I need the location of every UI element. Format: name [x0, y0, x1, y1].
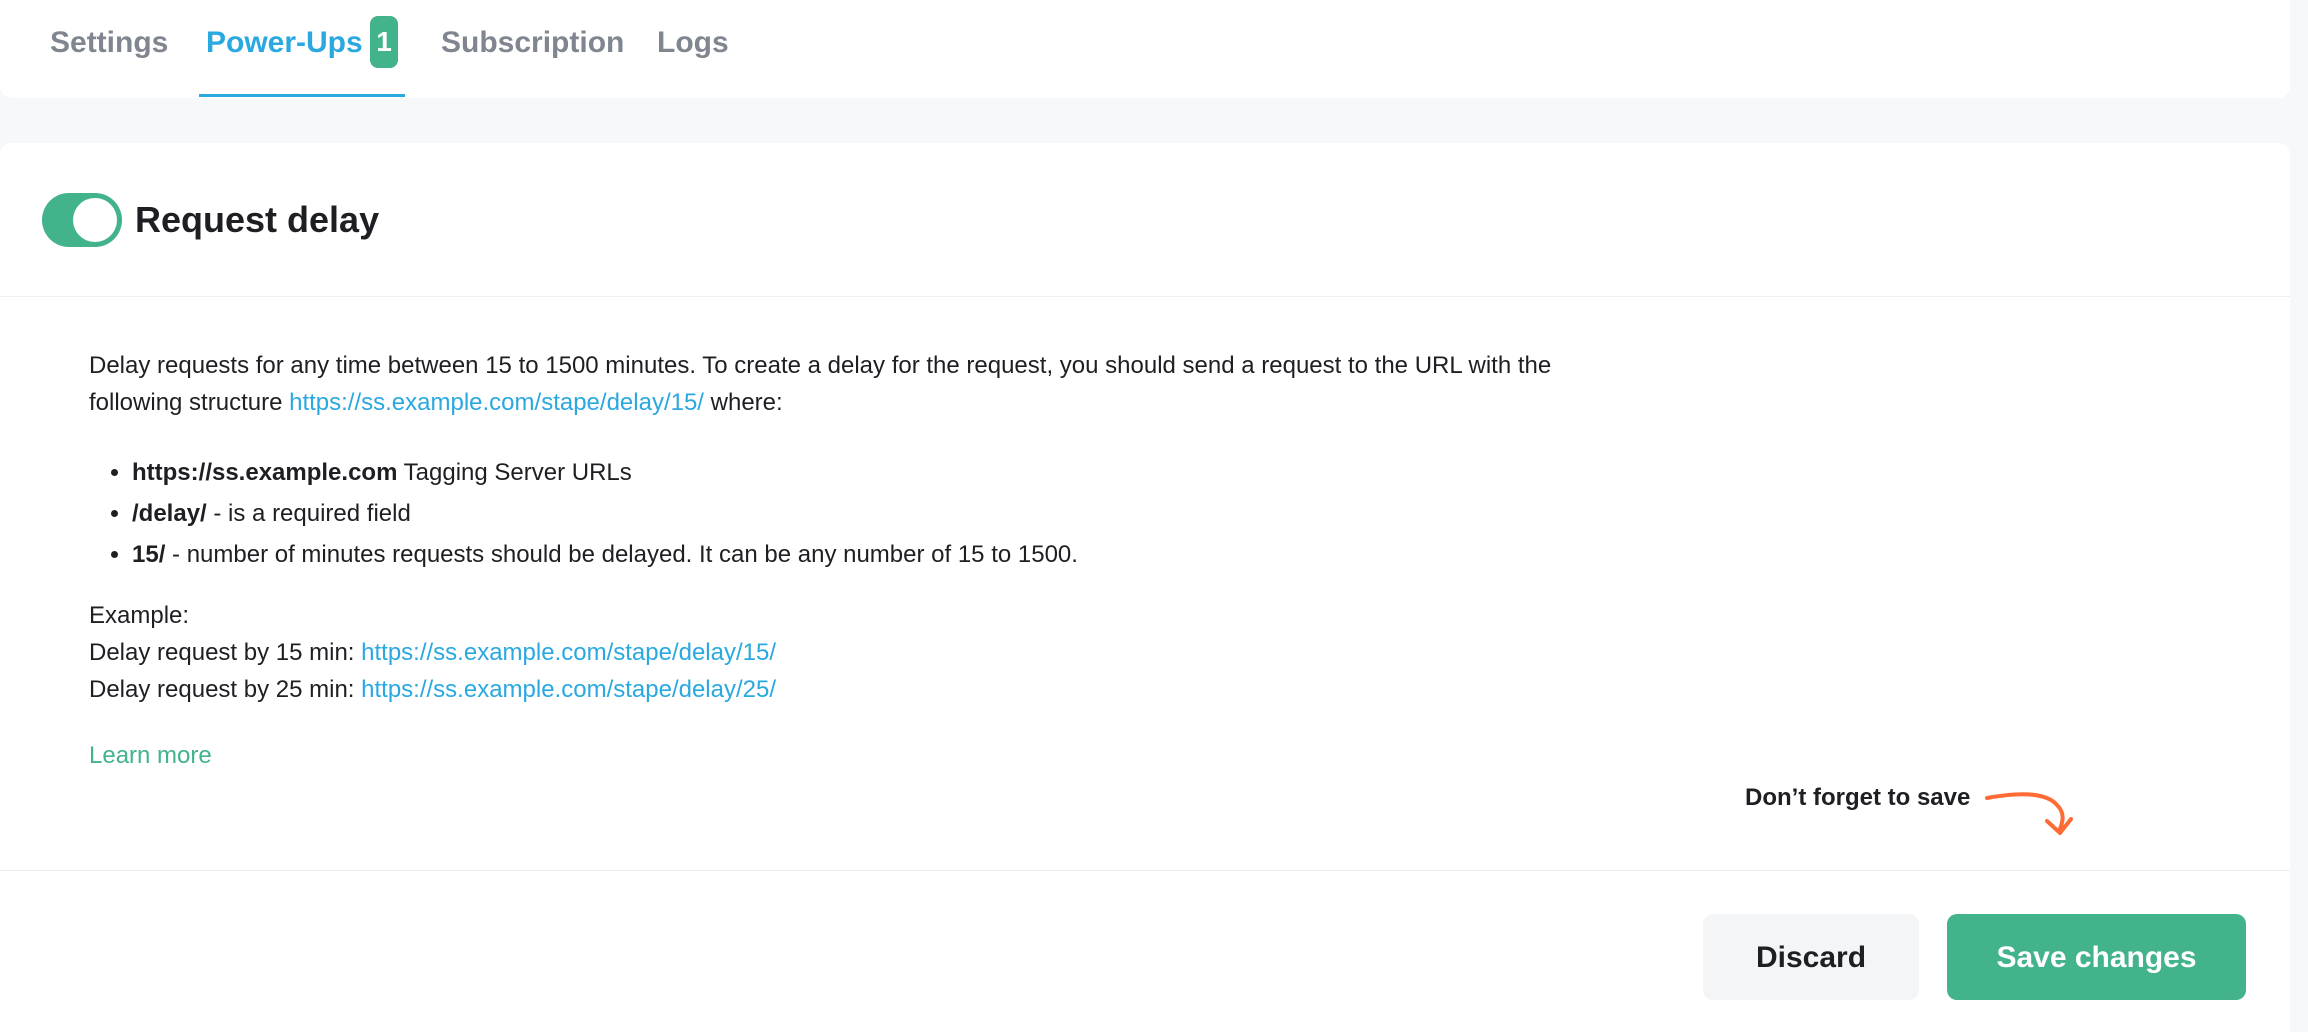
save-changes-button[interactable]: Save changes [1947, 914, 2246, 1000]
bullet-text: - is a required field [206, 500, 411, 527]
power-ups-count-badge: 1 [370, 16, 398, 68]
request-delay-card: Request delay Delay requests for any tim… [0, 143, 2290, 1032]
tab-settings[interactable]: Settings [50, 20, 168, 66]
list-item: 15/ - number of minutes requests should … [132, 534, 1649, 575]
bullet-text: - number of minutes requests should be d… [165, 541, 1078, 568]
example-heading: Example: [89, 602, 190, 629]
description-section: Delay requests for any time between 15 t… [89, 347, 1649, 774]
bullet-text: Tagging Server URLs [397, 459, 632, 486]
toggle-knob [73, 198, 117, 242]
example-label: Delay request by 25 min: [89, 676, 362, 703]
tab-subscription[interactable]: Subscription [441, 20, 624, 66]
bullet-term: https://ss.example.com [132, 459, 398, 486]
example-line: Delay request by 15 min: https://ss.exam… [89, 634, 1649, 671]
url-parts-list: https://ss.example.com Tagging Server UR… [89, 452, 1649, 575]
example-url-link[interactable]: https://ss.example.com/stape/delay/25/ [361, 676, 776, 703]
description-where: where: [703, 389, 783, 416]
list-item: https://ss.example.com Tagging Server UR… [132, 452, 1649, 493]
example-label: Delay request by 15 min: [89, 639, 362, 666]
tab-power-ups[interactable]: Power-Ups [206, 20, 363, 66]
request-delay-toggle[interactable] [42, 193, 122, 247]
active-tab-indicator [199, 94, 405, 97]
save-reminder-text: Don’t forget to save [1745, 784, 1971, 811]
example-line: Delay request by 25 min: https://ss.exam… [89, 671, 1649, 708]
tab-logs[interactable]: Logs [657, 20, 729, 66]
curved-arrow-icon [1985, 792, 2073, 835]
example-url-link[interactable]: https://ss.example.com/stape/delay/15/ [361, 639, 776, 666]
list-item: /delay/ - is a required field [132, 493, 1649, 534]
tab-bar: Settings Power-Ups 1 Subscription Logs [0, 0, 2290, 98]
discard-button[interactable]: Discard [1703, 914, 1919, 1000]
card-title: Request delay [135, 199, 380, 240]
bullet-term: /delay/ [132, 500, 207, 527]
structure-url-link[interactable]: https://ss.example.com/stape/delay/15/ [289, 389, 704, 416]
footer-divider [0, 870, 2290, 871]
learn-more-link[interactable]: Learn more [89, 737, 212, 774]
card-header: Request delay [0, 143, 2290, 297]
description-text: Delay requests for any time between 15 t… [89, 347, 1649, 421]
bullet-term: 15/ [132, 541, 166, 568]
example-block: Example: Delay request by 15 min: https:… [89, 597, 1649, 708]
